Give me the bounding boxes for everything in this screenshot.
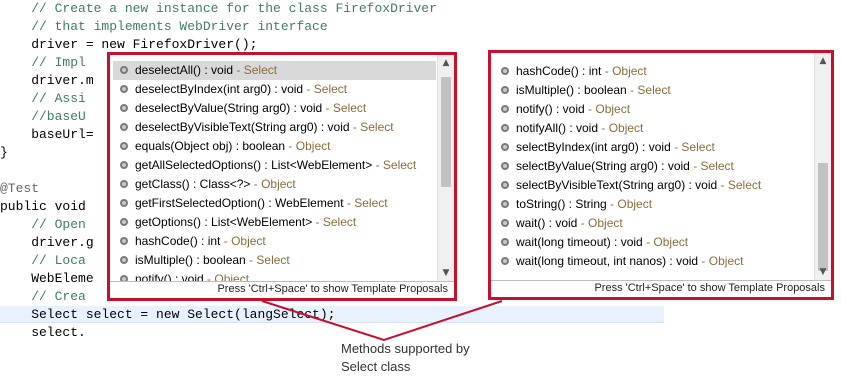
callout-line-1: Methods supported by [341, 341, 470, 356]
callout-connector [261, 300, 503, 342]
callout-label: Methods supported by Select class [341, 340, 521, 376]
callout-line-2: Select class [341, 359, 411, 374]
callout-pointer-lines [261, 300, 503, 342]
